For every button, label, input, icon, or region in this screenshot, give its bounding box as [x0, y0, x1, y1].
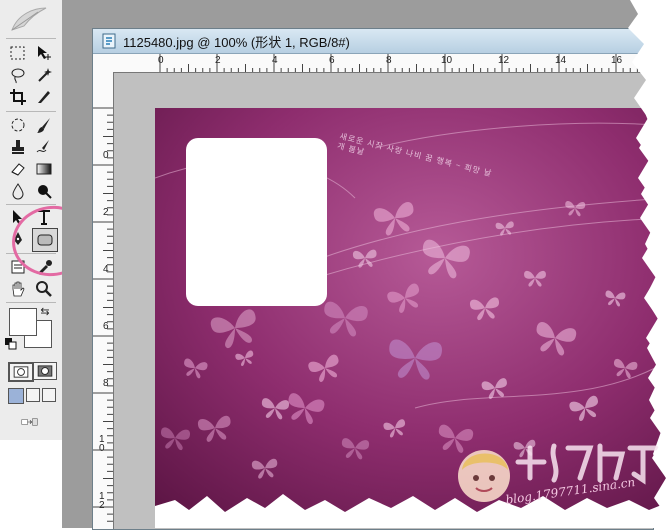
dodge-tool[interactable] [32, 180, 56, 202]
brush-tool[interactable] [32, 114, 56, 136]
healing-brush-tool[interactable] [6, 114, 30, 136]
horizontal-ruler-ticks [159, 54, 653, 72]
magic-wand-tool[interactable] [32, 64, 56, 86]
rounded-rectangle-tool[interactable] [32, 228, 58, 252]
path-selection-tool[interactable] [6, 206, 30, 228]
rounded-rectangle-icon [37, 234, 53, 246]
photoshop-document-icon [101, 33, 117, 49]
eyedropper-icon [38, 260, 52, 275]
rectangular-marquee-icon [10, 46, 25, 60]
healing-brush-icon [11, 118, 25, 132]
eyedropper-tool[interactable] [32, 256, 56, 278]
pen-tool[interactable] [6, 228, 30, 250]
eraser-tool[interactable] [6, 158, 30, 180]
feather-logo-icon [11, 7, 47, 31]
blur-tool[interactable] [6, 180, 30, 202]
eraser-icon [11, 163, 25, 176]
vertical-ruler[interactable]: 0 2 4 6 8 10 12 [93, 72, 114, 529]
screen-mode-full-button[interactable] [42, 388, 56, 402]
ruler-origin[interactable] [93, 54, 114, 73]
notes-tool[interactable] [6, 256, 30, 278]
crop-icon [10, 89, 26, 105]
lasso-tool[interactable] [6, 64, 30, 86]
gradient-icon [36, 163, 52, 175]
quick-mask-mode-button[interactable] [33, 362, 57, 380]
torn-edge-decoration [628, 0, 669, 528]
pen-icon [14, 232, 22, 245]
path-selection-icon [13, 210, 22, 225]
vertical-ruler-ticks [93, 107, 113, 522]
magic-wand-icon [38, 68, 52, 82]
move-tool[interactable] [32, 42, 56, 64]
jump-to-imageready-button[interactable] [8, 412, 52, 432]
screen-mode-full-menu-button[interactable] [26, 388, 40, 402]
toolbox-separator [6, 253, 56, 254]
gradient-tool[interactable] [32, 158, 56, 180]
hand-icon [12, 281, 25, 297]
slice-icon [38, 91, 50, 103]
document-title: 1125480.jpg @ 100% (形状 1, RGB/8#) [123, 34, 350, 50]
slice-tool[interactable] [32, 86, 56, 108]
crop-tool[interactable] [6, 86, 30, 108]
toolbox-separator [6, 38, 56, 39]
toolbox-panel: ⇆ [0, 0, 63, 440]
quick-mask-icon [37, 365, 53, 377]
type-icon [38, 210, 50, 225]
dodge-icon [38, 185, 52, 199]
swap-colors-icon[interactable]: ⇆ [38, 304, 52, 318]
type-tool[interactable] [32, 206, 56, 228]
standard-mode-icon [13, 366, 29, 378]
zoom-tool[interactable] [32, 278, 56, 300]
document-titlebar[interactable]: 1125480.jpg @ 100% (形状 1, RGB/8#) [93, 29, 653, 54]
zoom-icon [36, 281, 52, 297]
lasso-icon [11, 68, 25, 84]
rectangular-marquee-tool[interactable] [6, 42, 30, 64]
standard-mode-button[interactable] [8, 362, 34, 382]
history-brush-icon [36, 140, 49, 153]
toolbox-separator [6, 204, 56, 205]
move-icon [38, 46, 51, 60]
clone-stamp-icon [12, 140, 24, 154]
foreground-color-swatch[interactable] [9, 308, 37, 336]
blur-icon [12, 183, 24, 200]
default-colors-icon[interactable] [5, 338, 17, 350]
imageready-icon [21, 418, 38, 426]
history-brush-tool[interactable] [32, 136, 56, 158]
brush-icon [37, 118, 50, 133]
toolbox-separator [6, 302, 56, 303]
rounded-rectangle-shape[interactable] [186, 138, 327, 306]
hand-tool[interactable] [6, 278, 30, 300]
notes-icon [11, 260, 25, 274]
clone-stamp-tool[interactable] [6, 136, 30, 158]
horizontal-ruler[interactable]: 0 2 4 6 8 10 12 14 16 [113, 54, 653, 73]
toolbox-separator [6, 111, 56, 112]
screen-mode-standard-button[interactable] [8, 388, 24, 404]
